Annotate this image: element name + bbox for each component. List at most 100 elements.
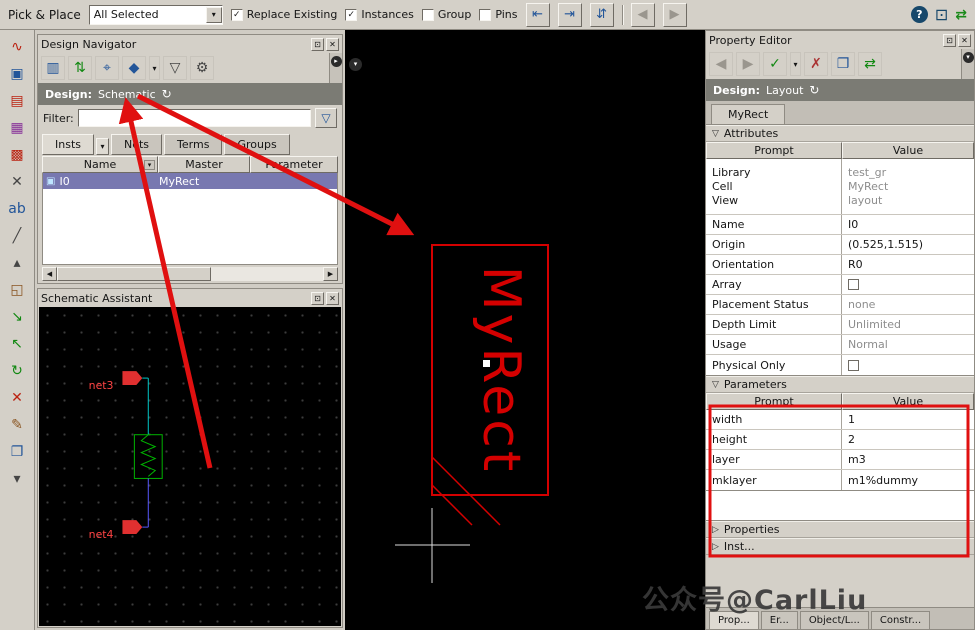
filter-input[interactable] <box>77 109 311 127</box>
mklayer-value[interactable]: m1%dummy <box>842 470 974 490</box>
resistor-symbol[interactable] <box>133 434 163 479</box>
close-icon[interactable]: ✕ <box>326 291 339 305</box>
descend-icon[interactable]: ↘ <box>4 305 30 328</box>
help-icon[interactable]: ? <box>910 6 928 23</box>
physical-only-checkbox[interactable] <box>848 359 859 371</box>
checkbox-box[interactable]: ✓ <box>345 8 358 21</box>
window-capture-icon[interactable]: ⊡ <box>935 5 948 24</box>
column-name[interactable]: Name ▾ <box>42 156 158 173</box>
chevron-down-icon[interactable]: ▾ <box>144 160 155 170</box>
tab-groups[interactable]: Groups <box>224 134 290 155</box>
show-columns-button[interactable]: ▥ <box>41 56 65 80</box>
label-icon[interactable]: ▤ <box>4 89 30 112</box>
group-checkbox[interactable]: Group <box>421 8 471 21</box>
instance-icon[interactable]: ▣ <box>4 62 30 85</box>
probe-button[interactable]: ⌖ <box>95 56 119 80</box>
sync-icon[interactable]: ⇄ <box>955 7 967 23</box>
float-icon[interactable]: ⊡ <box>943 33 956 47</box>
replace-existing-checkbox[interactable]: ✓ Replace Existing <box>230 8 337 21</box>
scrollbar-track[interactable] <box>57 267 323 281</box>
via-icon[interactable]: ▩ <box>4 143 30 166</box>
tab-errors[interactable]: Er... <box>760 611 798 629</box>
canvas-panel-expander[interactable]: ▾ <box>349 58 362 71</box>
tab-insts[interactable]: Insts <box>42 134 94 155</box>
height-value[interactable]: 2 <box>842 430 974 449</box>
filter-options-button[interactable]: ▽ <box>315 108 337 128</box>
line-icon[interactable]: ╱ <box>4 224 30 247</box>
name-value[interactable]: I0 <box>842 215 974 234</box>
close-icon[interactable]: ✕ <box>326 37 339 51</box>
sort-button[interactable]: ⇅ <box>68 56 92 80</box>
net3-label[interactable]: net3 <box>89 379 114 392</box>
update-icon[interactable]: ↻ <box>4 359 30 382</box>
toolbar-expander[interactable]: ▸ <box>329 53 342 83</box>
design-navigator-titlebar[interactable]: Design Navigator ⊡ ✕ <box>38 35 342 53</box>
layer-value[interactable]: m3 <box>842 450 974 469</box>
schematic-canvas[interactable]: net3 net4 <box>39 307 341 626</box>
origin-value[interactable]: (0.525,1.515) <box>842 235 974 254</box>
reload-button[interactable]: ⇄ <box>858 52 882 76</box>
highlight-color-button[interactable]: ◆ <box>122 56 146 80</box>
scrollbar-thumb[interactable] <box>57 267 212 281</box>
hierarchy-icon[interactable]: ◱ <box>4 278 30 301</box>
layout-canvas[interactable]: ▾ MyRect <box>345 30 705 630</box>
filter-button[interactable]: ▽ <box>163 56 187 80</box>
layout-cell-label[interactable]: MyRect <box>471 266 531 474</box>
chevron-down-icon[interactable]: ▾ <box>149 56 160 80</box>
tab-nets[interactable]: Nets <box>111 134 163 155</box>
close-icon[interactable]: ✕ <box>958 33 971 47</box>
float-icon[interactable]: ⊡ <box>311 291 324 305</box>
pins-checkbox[interactable]: Pins <box>479 8 518 21</box>
property-editor-titlebar[interactable]: Property Editor ⊡ ✕ <box>706 31 974 49</box>
back-button[interactable]: ◀ <box>630 2 655 27</box>
tab-myrect[interactable]: MyRect <box>711 104 786 124</box>
align-left-button[interactable]: ⇤ <box>525 2 550 27</box>
schematic-assistant-titlebar[interactable]: Schematic Assistant ⊡ ✕ <box>38 289 342 307</box>
forward-button[interactable]: ▶ <box>736 52 760 76</box>
distribute-button[interactable]: ⇵ <box>589 2 614 27</box>
instances-checkbox[interactable]: ✓ Instances <box>345 8 414 21</box>
horizontal-scrollbar[interactable]: ◀ ▶ <box>42 267 338 281</box>
refresh-icon[interactable]: ↻ <box>162 87 172 101</box>
wire-icon[interactable]: ∿ <box>4 35 30 58</box>
tab-terms[interactable]: Terms <box>164 134 223 155</box>
chevron-down-icon[interactable]: ▾ <box>205 6 222 23</box>
back-button[interactable]: ◀ <box>709 52 733 76</box>
palette-icon[interactable]: ▦ <box>4 116 30 139</box>
column-master[interactable]: Master <box>158 156 250 173</box>
deactivate-icon[interactable]: ✕ <box>4 170 30 193</box>
table-row[interactable]: ▣ I0 MyRect <box>43 173 337 189</box>
checkbox-box[interactable] <box>421 8 434 21</box>
ascend-icon[interactable]: ↖ <box>4 332 30 355</box>
net4-pin-icon[interactable] <box>122 520 143 535</box>
revert-button[interactable]: ✗ <box>804 52 828 76</box>
scroll-left-icon[interactable]: ◀ <box>42 267 57 281</box>
text-icon[interactable]: ab <box>4 197 30 220</box>
settings-button[interactable]: ⚙ <box>190 56 214 80</box>
parameters-section-header[interactable]: ▽ Parameters <box>706 376 974 393</box>
align-right-button[interactable]: ⇥ <box>557 2 582 27</box>
column-parameter[interactable]: Parameter <box>250 156 338 173</box>
net3-pin-icon[interactable] <box>122 371 143 386</box>
tab-property-editor[interactable]: Prop... <box>709 611 759 629</box>
insts-dropdown-icon[interactable]: ▾ <box>96 138 109 155</box>
net4-label[interactable]: net4 <box>89 528 114 541</box>
checkbox-box[interactable] <box>479 8 492 21</box>
float-icon[interactable]: ⊡ <box>311 37 324 51</box>
chevron-down-icon[interactable]: ▾ <box>790 52 801 76</box>
tab-constraints[interactable]: Constr... <box>870 611 931 629</box>
scroll-up-icon[interactable]: ▴ <box>4 251 30 274</box>
delete-icon[interactable]: ✕ <box>4 386 30 409</box>
copy-icon[interactable]: ❐ <box>4 440 30 463</box>
attributes-section-header[interactable]: ▽ Attributes <box>706 125 974 142</box>
array-checkbox[interactable] <box>848 279 859 290</box>
forward-button[interactable]: ▶ <box>662 2 687 27</box>
apply-button[interactable]: ✓ <box>763 52 787 76</box>
copy-properties-button[interactable]: ❐ <box>831 52 855 76</box>
orientation-value[interactable]: R0 <box>842 255 974 274</box>
scroll-right-icon[interactable]: ▶ <box>323 267 338 281</box>
toolbar-expander[interactable]: ▾ <box>961 49 974 79</box>
tab-object-layer[interactable]: Object/L... <box>799 611 869 629</box>
selection-mode-select[interactable]: All Selected ▾ <box>88 4 223 25</box>
refresh-icon[interactable]: ↻ <box>809 83 819 97</box>
